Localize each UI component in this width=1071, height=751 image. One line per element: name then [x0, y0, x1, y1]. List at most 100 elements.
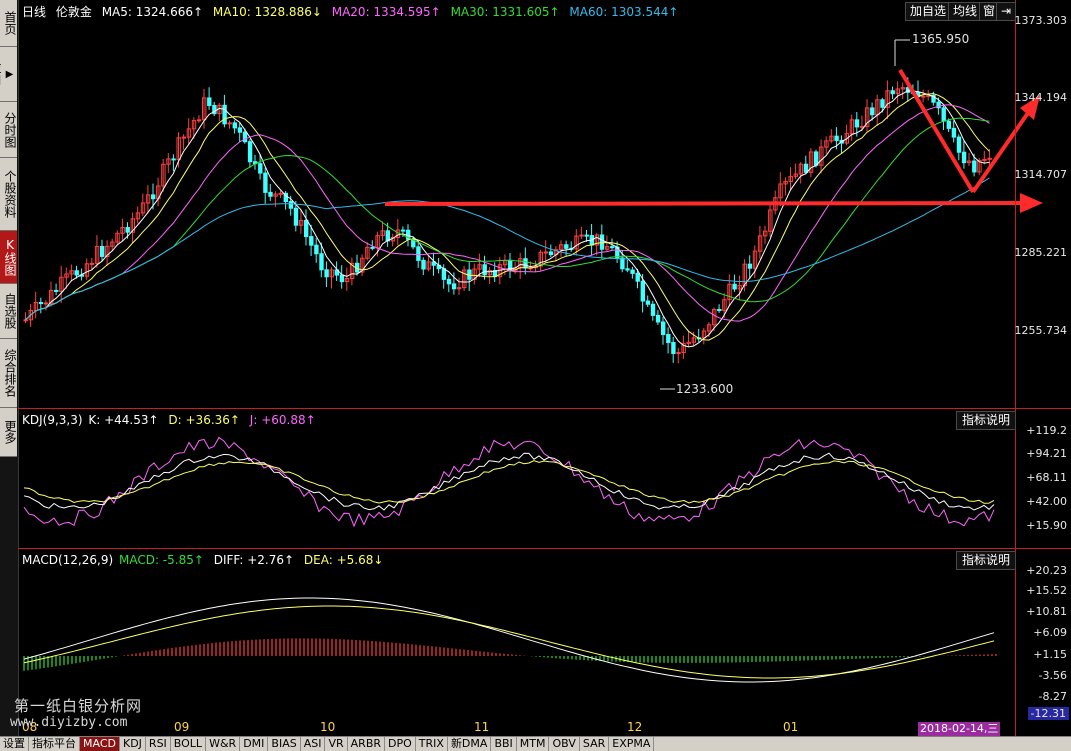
candle-body: [671, 342, 676, 354]
indicator-tab-bar: 设置 指标平台 MACD KDJ RSI BOLL W&R DMI BIAS ASI VR ARBR D…: [0, 736, 1071, 751]
candle-body: [278, 192, 283, 195]
candle-body: [666, 334, 671, 344]
kdj-axis-label: +94.21: [1026, 447, 1067, 460]
ma60-label: MA60: 1303.544↑: [569, 5, 679, 19]
ma60-line: [25, 177, 990, 321]
candle-body: [599, 234, 605, 250]
x-axis-label: 09: [174, 720, 190, 734]
tab-8[interactable]: BIAS: [268, 737, 301, 751]
candle-body: [181, 136, 187, 139]
watermark-url: www.diyizby.com: [10, 715, 128, 730]
candle-body: [747, 263, 753, 269]
watermark-name: 第一纸白银分析网: [14, 697, 143, 715]
tab-1[interactable]: 指标平台: [29, 737, 80, 751]
candle-body: [645, 300, 651, 305]
candle-body: [803, 163, 809, 173]
next-icon[interactable]: ⇥: [996, 2, 1016, 21]
candle-body: [523, 258, 528, 269]
ma30-line: [25, 117, 990, 321]
macd-value: MACD: -5.85↑: [118, 553, 204, 567]
tab-5[interactable]: BOLL: [171, 737, 207, 751]
price-axis-label: 1285.221: [1014, 246, 1068, 259]
price-axis-label: 1314.707: [1014, 168, 1068, 181]
candle-body: [854, 119, 860, 128]
candle-body: [268, 191, 273, 197]
tab-18[interactable]: SAR: [580, 737, 610, 751]
tab-0[interactable]: 设置: [0, 737, 29, 751]
candle-body: [482, 264, 487, 276]
price-header: 日线 伦敦金 MA5: 1324.666↑ MA10: 1328.886↓ MA…: [22, 3, 684, 20]
tab-2[interactable]: MACD: [80, 737, 120, 751]
candle-body: [941, 107, 946, 122]
candle-body: [125, 227, 130, 233]
ma10-label: MA10: 1328.886↓: [212, 5, 322, 19]
kdj-d: D: +36.36↑: [168, 413, 240, 427]
kdj-axis-label: +119.2: [1026, 424, 1067, 437]
tab-3[interactable]: KDJ: [120, 737, 146, 751]
candle-body: [946, 120, 951, 129]
candle-body: [870, 107, 875, 116]
candle-body: [247, 141, 253, 163]
candle-body: [890, 90, 895, 95]
tab-14[interactable]: 新DMA: [448, 737, 492, 751]
candle-body: [232, 122, 238, 129]
candle-body: [89, 262, 95, 265]
candle-body: [610, 246, 615, 249]
tab-7[interactable]: DMI: [240, 737, 269, 751]
kdj-d-line: [23, 460, 995, 504]
candle-body: [314, 244, 319, 255]
tab-17[interactable]: OBV: [549, 737, 580, 751]
candle-body: [370, 246, 375, 249]
tab-10[interactable]: VR: [325, 737, 348, 751]
macd-axis-label: +20.23: [1026, 564, 1067, 577]
candle-body: [258, 163, 263, 174]
candle-body: [655, 314, 661, 323]
candle-body: [640, 280, 645, 302]
candle-body: [207, 97, 212, 106]
macd-axis-label: +15.52: [1026, 584, 1067, 597]
pane-divider: [18, 548, 1071, 549]
macd-axis-label: -8.27: [1038, 690, 1067, 703]
kdj-axis-label: +42.00: [1026, 495, 1067, 508]
candle-body: [416, 246, 421, 261]
ma5-line: [25, 90, 990, 348]
candle-body: [319, 253, 324, 271]
tab-4[interactable]: RSI: [146, 737, 171, 751]
candle-body: [263, 172, 268, 193]
candle-body: [625, 268, 630, 271]
tab-16[interactable]: MTM: [517, 737, 550, 751]
candle-body: [309, 236, 314, 246]
kdj-header: KDJ(9,3,3) K: +44.53↑ D: +36.36↑ J: +60.…: [22, 413, 322, 427]
kdj-axis-label: +68.11: [1026, 471, 1067, 484]
macd-header: MACD(12,26,9) MACD: -5.85↑ DIFF: +2.76↑ …: [22, 553, 389, 567]
candle-body: [630, 269, 635, 274]
candle-body: [732, 283, 737, 290]
moving-average-button[interactable]: 均线: [948, 2, 982, 21]
candle-body: [100, 245, 105, 257]
ma30-label: MA30: 1331.605↑: [450, 5, 560, 19]
macd-indicator-help-button[interactable]: 指标说明: [956, 551, 1016, 570]
candle-body: [196, 119, 202, 122]
tab-11[interactable]: ARBR: [348, 737, 386, 751]
chart-canvas[interactable]: [0, 0, 1071, 736]
macd-diff: DIFF: +2.76↑: [213, 553, 295, 567]
tab-13[interactable]: TRIX: [416, 737, 448, 751]
kdj-indicator-help-button[interactable]: 指标说明: [956, 411, 1016, 430]
kdj-j: J: +60.88↑: [249, 413, 316, 427]
macd-axis-label: -12.31: [1027, 707, 1069, 720]
downtrend-arrow: [898, 68, 975, 194]
tab-19[interactable]: EXPMA: [609, 737, 655, 751]
tab-6[interactable]: W&R: [206, 737, 241, 751]
candle-body: [620, 257, 625, 270]
candle-body: [74, 270, 79, 276]
cursor-date-label: 2018-02-14,三: [918, 722, 1001, 736]
tab-9[interactable]: ASI: [301, 737, 326, 751]
add-watchlist-button[interactable]: 加自选: [905, 2, 951, 21]
tab-12[interactable]: DPO: [385, 737, 416, 751]
tab-15[interactable]: BBI: [491, 737, 517, 751]
candle-body: [548, 251, 554, 256]
support-line-arrow: [384, 201, 1021, 206]
macd-axis-label: +1.15: [1033, 648, 1067, 661]
price-axis-label: 1344.194: [1014, 91, 1068, 104]
macd-axis-label: -3.56: [1038, 669, 1067, 682]
